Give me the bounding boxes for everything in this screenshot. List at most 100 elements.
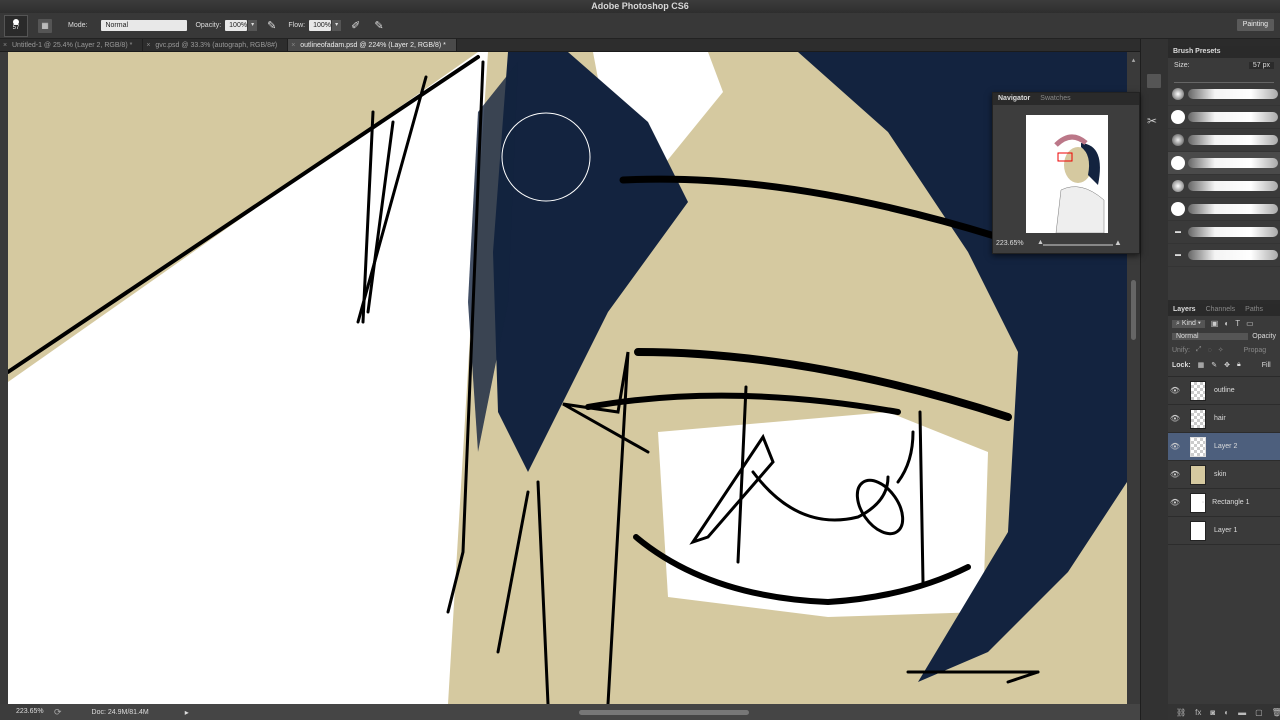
airbrush-icon[interactable]: ✐: [351, 19, 360, 32]
flow-dropdown[interactable]: ▾: [332, 20, 342, 31]
layer-row[interactable]: 👁︎ hair: [1168, 405, 1280, 433]
layer-name: Layer 2: [1214, 443, 1238, 450]
zoom-out-icon[interactable]: ▲: [1037, 239, 1044, 246]
artwork: [8, 52, 1127, 704]
flow-field[interactable]: 100%: [309, 20, 332, 31]
size-value[interactable]: 57 px: [1248, 62, 1274, 69]
propagate-checkbox[interactable]: Propag: [1244, 347, 1267, 354]
brush-presets-title[interactable]: Brush Presets: [1168, 46, 1280, 58]
trash-icon[interactable]: 🗑︎: [1272, 708, 1280, 717]
tab-paths[interactable]: Paths: [1245, 304, 1263, 316]
mode-select[interactable]: Normal: [101, 20, 188, 31]
lock-pixels-icon[interactable]: ✎: [1211, 361, 1217, 369]
fx-icon[interactable]: fx: [1195, 708, 1201, 717]
eye-icon[interactable]: 👁︎: [1168, 498, 1182, 507]
brush-preset[interactable]: [1168, 129, 1280, 152]
layer-row[interactable]: 👁︎ outline: [1168, 377, 1280, 405]
tab-navigator[interactable]: Navigator: [998, 93, 1030, 105]
zoom-icon: ⟳: [54, 706, 62, 717]
layer-thumbnail: [1190, 520, 1206, 541]
scroll-thumb[interactable]: [1131, 280, 1136, 340]
tab-channels[interactable]: Channels: [1206, 304, 1236, 316]
shape-filter-icon[interactable]: ▭: [1246, 319, 1254, 328]
unify-position-icon[interactable]: ⤢: [1196, 346, 1202, 354]
tab-outlineofadam[interactable]: × outlineofadam.psd @ 224% (Layer 2, RGB/…: [288, 39, 457, 51]
brush-panel-dock-icon[interactable]: [1147, 74, 1161, 88]
type-filter-icon[interactable]: T: [1235, 319, 1240, 328]
kind-filter[interactable]: ⌕ Kind ▾: [1172, 319, 1205, 328]
brush-preset-picker[interactable]: 57: [4, 14, 28, 37]
zoom-slider[interactable]: [1043, 244, 1113, 246]
eye-icon[interactable]: 👁︎: [1168, 414, 1182, 423]
horizontal-scrollbar[interactable]: [578, 709, 749, 715]
brush-preset[interactable]: [1168, 106, 1280, 129]
navigator-preview[interactable]: [1026, 115, 1108, 233]
eye-icon[interactable]: 👁︎: [1168, 386, 1182, 395]
unify-style-icon[interactable]: ✧: [1218, 346, 1224, 354]
eye-hidden-icon[interactable]: ·: [1168, 526, 1182, 535]
unify-visibility-icon[interactable]: ◌: [1208, 347, 1212, 354]
vector-mask-icon: ▫: [1202, 499, 1205, 506]
eye-icon[interactable]: 👁︎: [1168, 470, 1182, 479]
tab-layers[interactable]: Layers: [1173, 304, 1196, 316]
adjustment-layer-icon[interactable]: ◐: [1224, 708, 1229, 717]
close-icon[interactable]: ×: [3, 39, 7, 52]
tab-label: outlineofadam.psd @ 224% (Layer 2, RGB/8…: [300, 42, 446, 49]
scroll-up-icon[interactable]: ▴: [1127, 56, 1140, 70]
link-layers-icon[interactable]: ⛓︎: [1176, 708, 1186, 717]
soft-brush-icon: [1172, 88, 1184, 100]
size-slider[interactable]: [1174, 73, 1274, 83]
close-icon[interactable]: ×: [146, 39, 150, 52]
clone-source-dock-icon[interactable]: ✂: [1147, 114, 1157, 128]
layer-row-selected[interactable]: 👁︎ Layer 2: [1168, 433, 1280, 461]
tab-gvc[interactable]: × gvc.psd @ 33.3% (autograph, RGB/8#): [143, 39, 289, 52]
brush-preset[interactable]: ▬: [1168, 221, 1280, 244]
doc-size[interactable]: Doc: 24.9M/81.4M: [92, 709, 149, 716]
brush-preset-selected[interactable]: [1168, 152, 1280, 175]
unify-label: Unify:: [1172, 346, 1190, 354]
lock-position-icon[interactable]: ✥: [1224, 361, 1230, 369]
brush-panel-toggle-icon[interactable]: ▦: [38, 18, 52, 33]
layer-row[interactable]: 👁︎ skin: [1168, 461, 1280, 489]
zoom-readout[interactable]: 223.65%: [0, 704, 44, 720]
zoom-in-icon[interactable]: ▲: [1114, 238, 1122, 247]
pressure-size-icon[interactable]: ✎: [374, 19, 383, 32]
layer-row[interactable]: 👁︎ ▫ Rectangle 1: [1168, 489, 1280, 517]
hard-brush-icon: [1171, 110, 1185, 124]
tools-panel-edge[interactable]: [0, 52, 8, 704]
close-icon[interactable]: ×: [291, 39, 295, 52]
soft-brush-icon: [1172, 180, 1184, 192]
adjustment-filter-icon[interactable]: ◐: [1224, 319, 1229, 328]
layers-list: 👁︎ outline 👁︎ hair 👁︎ Layer 2 👁︎ skin 👁︎ ▫ Rec…: [1168, 376, 1280, 545]
workspace-switcher[interactable]: Painting: [1236, 19, 1274, 31]
lock-all-icon[interactable]: 🔒︎: [1237, 361, 1241, 369]
brush-preset[interactable]: [1168, 83, 1280, 106]
brush-preset[interactable]: ▬: [1168, 244, 1280, 267]
opacity-dropdown[interactable]: ▾: [248, 20, 258, 31]
layer-thumbnail: [1190, 464, 1206, 485]
status-menu-arrow-icon[interactable]: ▸: [185, 708, 189, 717]
brush-preset[interactable]: [1168, 198, 1280, 221]
layer-name: Layer 1: [1214, 527, 1238, 534]
navigator-thumbnail: [1026, 115, 1108, 233]
status-bar: 223.65% ⟳ Doc: 24.9M/81.4M ▸: [0, 704, 1140, 720]
navigator-zoom[interactable]: 223.65%: [996, 240, 1024, 247]
kind-label: Kind: [1181, 319, 1196, 327]
layers-panel: Layers Channels Paths ⌕ Kind ▾ ▣ ◐ T ▭ N…: [1168, 304, 1280, 720]
layer-name: Rectangle 1: [1212, 499, 1250, 506]
brush-preset[interactable]: [1168, 175, 1280, 198]
lock-transparency-icon[interactable]: ▦: [1198, 361, 1205, 369]
layer-row[interactable]: · Layer 1: [1168, 517, 1280, 545]
new-layer-icon[interactable]: ▢: [1255, 708, 1263, 717]
new-group-icon[interactable]: ▬: [1238, 708, 1246, 717]
eye-icon[interactable]: 👁︎: [1168, 442, 1182, 451]
blend-mode-select[interactable]: Normal: [1172, 333, 1249, 340]
tab-untitled[interactable]: × Untitled-1 @ 25.4% (Layer 2, RGB/8) *: [0, 39, 144, 52]
add-mask-icon[interactable]: ◙: [1210, 708, 1215, 717]
tab-swatches[interactable]: Swatches: [1040, 93, 1070, 105]
pixel-filter-icon[interactable]: ▣: [1211, 319, 1219, 328]
pressure-opacity-icon[interactable]: ✎: [267, 19, 276, 32]
hard-brush-icon: [1171, 202, 1185, 216]
document-canvas[interactable]: [8, 52, 1127, 704]
opacity-field[interactable]: 100%: [225, 20, 248, 31]
